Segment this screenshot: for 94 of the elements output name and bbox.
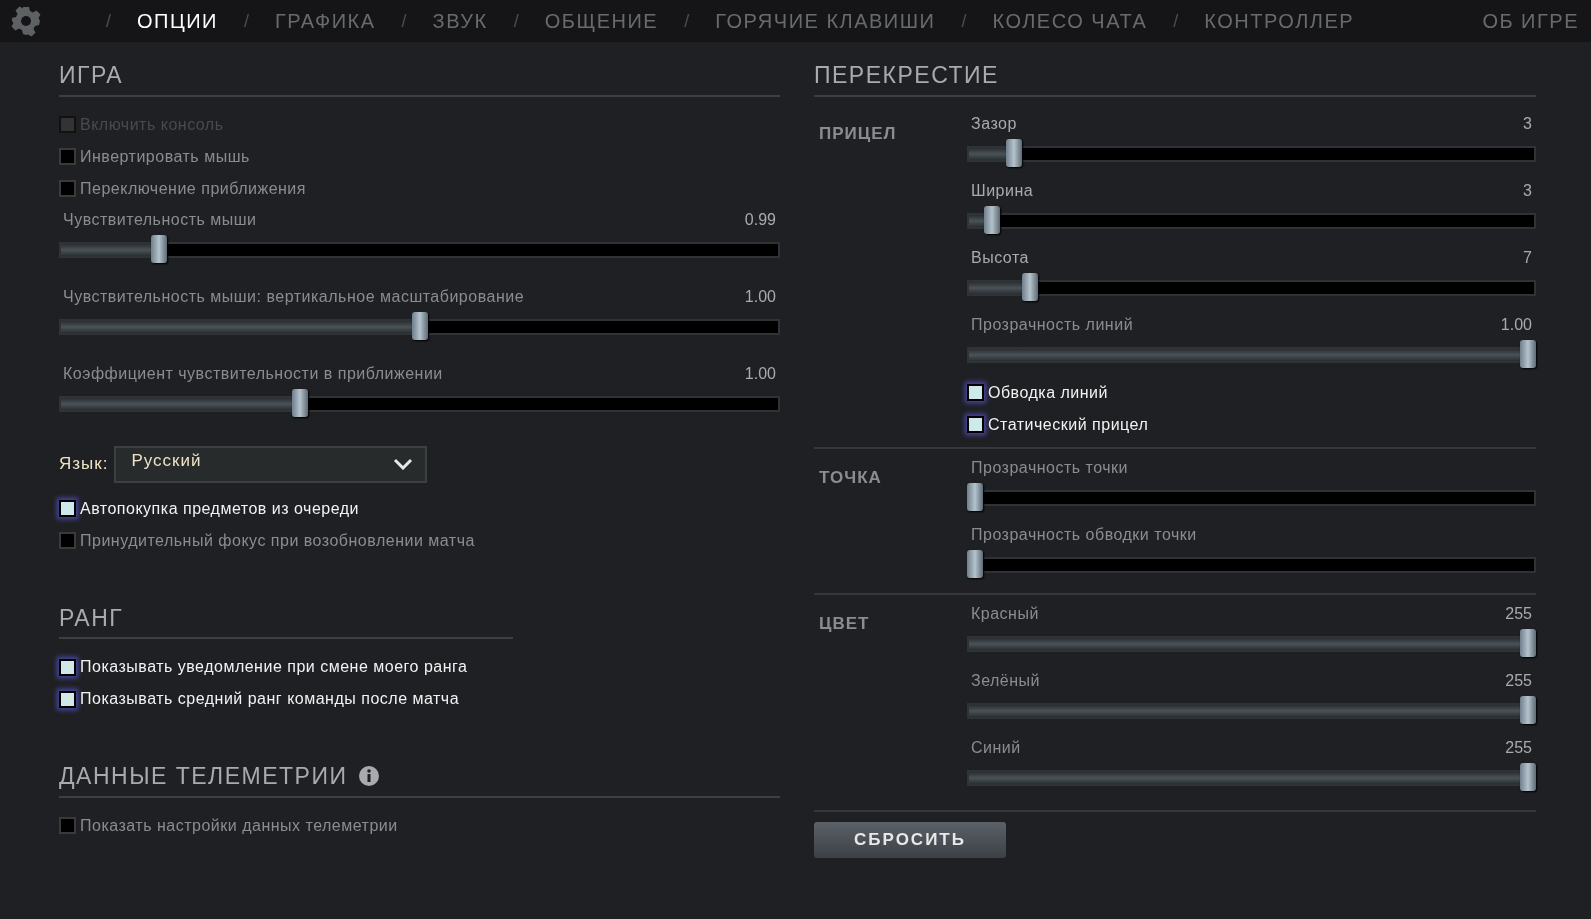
slider-value: 3	[1523, 180, 1532, 201]
slider-thumb[interactable]	[1022, 272, 1039, 301]
section-heading: ДАННЫЕ ТЕЛЕМЕТРИИ	[59, 762, 348, 791]
tab-separator: /	[1173, 9, 1179, 33]
tab[interactable]: ОПЦИИ	[137, 6, 218, 36]
slider-thumb[interactable]	[150, 234, 167, 263]
slider-label: Ширина	[971, 180, 1034, 201]
group-label: ТОЧКА	[818, 466, 883, 489]
checkbox[interactable]	[59, 500, 76, 517]
slider[interactable]	[967, 205, 1536, 236]
checkbox[interactable]	[59, 532, 76, 549]
gear-icon[interactable]	[10, 5, 42, 37]
checkbox-label: Показать настройки данных телеметрии	[80, 815, 398, 836]
tab-separator: /	[513, 9, 519, 33]
slider-label: Зелёный	[971, 670, 1041, 691]
checkbox-label: Показывать уведомление при смене моего ранга	[80, 657, 468, 677]
slider[interactable]	[967, 482, 1536, 513]
section-heading: ПЕРЕКРЕСТИЕ	[814, 61, 999, 90]
slider[interactable]	[967, 695, 1536, 726]
reset-button[interactable]: СБРОСИТЬ	[814, 821, 1006, 858]
slider-thumb[interactable]	[411, 311, 428, 340]
tab-separator: /	[684, 9, 690, 33]
checkbox[interactable]	[59, 817, 76, 834]
tab[interactable]: ГРАФИКА	[275, 6, 376, 36]
slider-value: 255	[1505, 670, 1532, 691]
tab-separator: /	[106, 9, 111, 33]
slider-label: Прозрачность точки	[971, 457, 1129, 478]
slider[interactable]	[967, 762, 1536, 793]
checkbox-label: Обводка линий	[988, 382, 1108, 403]
slider-label: Коэффициент чувствительности в приближении	[63, 363, 443, 384]
slider-thumb[interactable]	[1520, 695, 1536, 724]
tab-separator: /	[961, 9, 967, 33]
slider-label: Прозрачность обводки точки	[971, 524, 1197, 545]
tab[interactable]: КОЛЕСО ЧАТА	[992, 6, 1148, 36]
slider-value: 255	[1505, 737, 1532, 758]
slider-value: 1.00	[744, 286, 776, 307]
slider[interactable]	[59, 388, 780, 419]
slider-thumb[interactable]	[291, 388, 308, 417]
checkbox-label: Инвертировать мышь	[80, 146, 250, 167]
slider-thumb[interactable]	[967, 549, 983, 578]
slider-label: Прозрачность линий	[971, 314, 1134, 335]
slider-label: Чувствительность мыши: вертикальное масштабирование	[63, 286, 525, 307]
checkbox[interactable]	[967, 384, 984, 401]
tab[interactable]: КОНТРОЛЛЕР	[1204, 6, 1355, 36]
slider-label: Синий	[971, 737, 1021, 758]
slider-thumb[interactable]	[983, 205, 1000, 234]
checkbox[interactable]	[59, 180, 76, 197]
tab[interactable]: ЗВУК	[432, 6, 488, 36]
slider[interactable]	[59, 234, 780, 265]
slider-value: 1.00	[744, 363, 776, 384]
slider-value: 3	[1523, 113, 1532, 134]
language-dropdown[interactable]: Русский	[114, 445, 428, 483]
section-heading: ИГРА	[59, 61, 124, 90]
slider-label: Зазор	[971, 113, 1017, 134]
checkbox-label: Показывать средний ранг команды после матча	[80, 689, 460, 709]
slider-label: Высота	[971, 247, 1029, 268]
slider-value: 7	[1523, 247, 1532, 268]
group-label: ПРИЦЕЛ	[818, 122, 898, 145]
tab-separator: /	[244, 9, 249, 33]
checkbox[interactable]	[59, 658, 76, 676]
slider[interactable]	[59, 311, 780, 342]
slider-thumb[interactable]	[1520, 762, 1536, 791]
language-label: Язык:	[59, 453, 109, 476]
slider-label: Красный	[971, 603, 1039, 624]
slider-thumb[interactable]	[1520, 339, 1536, 368]
slider[interactable]	[967, 549, 1536, 580]
checkbox-label: Переключение приближения	[80, 178, 306, 199]
checkbox[interactable]	[59, 690, 76, 708]
tab[interactable]: ОБ ИГРЕ	[1482, 6, 1579, 36]
slider[interactable]	[967, 272, 1536, 303]
slider-fill	[969, 214, 986, 227]
slider[interactable]	[967, 339, 1536, 370]
slider-fill	[969, 147, 1009, 160]
slider[interactable]	[967, 138, 1536, 169]
checkbox-label: Статический прицел	[988, 414, 1149, 435]
slider-label: Чувствительность мыши	[63, 209, 257, 230]
checkbox[interactable]	[59, 148, 76, 165]
group-label: ЦВЕТ	[818, 612, 871, 635]
tab[interactable]: ГОРЯЧИЕ КЛАВИШИ	[715, 6, 936, 36]
slider-value: 0.99	[744, 209, 776, 230]
checkbox[interactable]	[967, 416, 984, 433]
slider-value: 255	[1505, 603, 1532, 624]
info-icon[interactable]	[357, 765, 380, 788]
slider-thumb[interactable]	[1005, 138, 1022, 167]
slider-thumb[interactable]	[1520, 628, 1536, 657]
chevron-down-icon	[393, 458, 414, 470]
tab-separator: /	[401, 9, 407, 33]
slider-thumb[interactable]	[967, 482, 983, 511]
slider-value: 1.00	[1500, 314, 1532, 335]
section-heading: РАНГ	[59, 603, 124, 633]
tab[interactable]: ОБЩЕНИЕ	[544, 6, 659, 36]
slider[interactable]	[967, 628, 1536, 659]
checkbox-label: Автопокупка предметов из очереди	[80, 498, 359, 519]
checkbox-label: Принудительный фокус при возобновлении матча	[80, 530, 475, 551]
